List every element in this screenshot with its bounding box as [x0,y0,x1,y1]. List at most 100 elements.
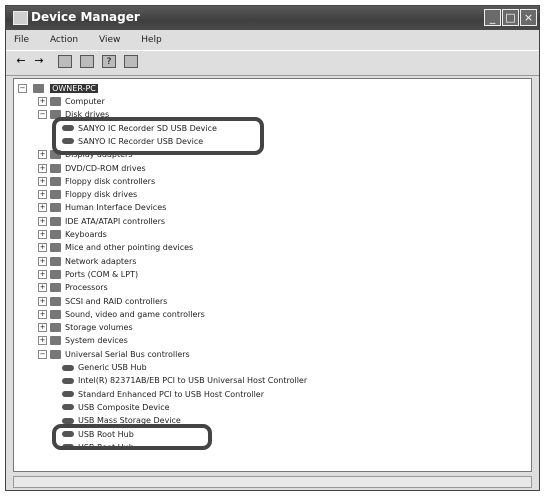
item-label: Generic USB Hub [78,363,147,372]
category-icon [50,283,61,293]
collapse-icon[interactable]: − [38,110,47,120]
maximize-button[interactable]: □ [502,9,519,26]
expand-icon[interactable]: + [38,283,47,293]
category-item[interactable]: + Floppy disk drives [38,188,137,201]
expand-icon[interactable]: + [38,150,47,160]
device-item[interactable]: USB Composite Device [62,401,170,414]
computer-icon [32,84,44,93]
back-button[interactable]: ← [14,55,28,68]
category-item[interactable]: + Keyboards [38,228,107,241]
print-icon[interactable] [80,55,94,68]
help-icon[interactable]: ? [102,55,116,68]
category-icon [50,163,61,173]
expand-icon[interactable]: + [38,296,47,306]
item-label: Floppy disk controllers [65,176,156,186]
category-item[interactable]: + Computer [38,95,105,108]
device-tree: − OWNER-PC + Computer − Disk drives SANYO IC… [13,78,532,472]
collapse-icon[interactable]: − [18,84,27,93]
expand-icon[interactable]: + [38,256,47,266]
item-label: Sound, video and game controllers [65,309,205,319]
category-icon [50,256,61,266]
category-item[interactable]: + Processors [38,281,108,294]
item-label: Computer [65,97,105,106]
menu-bar: File Action View Help [6,31,539,49]
collapse-icon[interactable]: − [38,349,47,359]
category-item[interactable]: + System devices [38,334,128,347]
item-label: Intel(R) 82371AB/EB PCI to USB Universal… [78,376,308,386]
device-item[interactable]: Intel(R) 82371AB/EB PCI to USB Universal… [62,374,307,387]
item-label: Standard Enhanced PCI to USB Host Contro… [78,389,265,399]
menu-help[interactable]: Help [141,31,162,49]
category-item[interactable]: + Storage volumes [38,321,133,334]
category-item[interactable]: + Human Interface Devices [38,201,166,214]
expand-icon[interactable]: + [38,269,47,279]
item-label: Mice and other pointing devices [65,243,194,253]
expand-icon[interactable]: + [38,176,47,186]
expand-icon[interactable]: + [38,163,47,173]
device-icon [62,377,74,384]
category-icon [50,190,61,200]
item-label: SCSI and RAID controllers [65,296,168,306]
device-manager-icon [13,11,28,25]
item-label: Storage volumes [65,323,133,333]
item-label: Processors [65,283,108,293]
expand-icon[interactable]: + [38,336,47,346]
properties-icon[interactable] [58,55,72,68]
category-item[interactable]: + Network adapters [38,255,136,268]
device-icon [62,364,74,371]
expand-icon[interactable]: + [38,323,47,333]
category-icon [50,230,61,239]
sanyo-devices-highlight [52,117,264,155]
device-icon [62,391,74,398]
category-icon [50,323,61,333]
category-item[interactable]: − Universal Serial Bus controllers [38,348,190,361]
item-label: Keyboards [65,230,107,239]
expand-icon[interactable]: + [38,243,47,253]
category-item[interactable]: + IDE ATA/ATAPI controllers [38,215,165,228]
expand-icon[interactable]: + [38,216,47,226]
category-icon [50,296,61,306]
device-item[interactable]: Standard Enhanced PCI to USB Host Contro… [62,388,264,401]
menu-file[interactable]: File [14,31,29,49]
category-icon [50,336,61,346]
category-icon [50,349,61,359]
category-icon [50,176,61,186]
device-item[interactable]: Generic USB Hub [62,361,147,374]
title-bar[interactable]: Device Manager _ □ × [6,6,539,30]
expand-icon[interactable]: + [38,230,47,239]
category-item[interactable]: + Ports (COM & LPT) [38,268,138,281]
window-title: Device Manager [31,10,140,24]
item-label: Floppy disk drives [65,190,138,200]
item-label: USB Composite Device [78,402,170,412]
category-icon [50,243,61,253]
item-label: IDE ATA/ATAPI controllers [65,216,166,226]
tree-root[interactable]: − OWNER-PC [18,82,98,95]
item-label: Universal Serial Bus controllers [65,349,190,359]
category-icon [50,203,61,213]
item-label: Ports (COM & LPT) [65,269,139,279]
forward-button[interactable]: → [32,55,46,68]
status-bar [13,476,532,488]
category-item[interactable]: + DVD/CD-ROM drives [38,162,146,175]
expand-icon[interactable]: + [38,190,47,200]
expand-icon[interactable]: + [38,309,47,319]
expand-icon[interactable]: + [38,97,47,106]
menu-view[interactable]: View [99,31,120,49]
minimize-button[interactable]: _ [484,9,501,26]
category-item[interactable]: + SCSI and RAID controllers [38,295,167,308]
category-item[interactable]: + Sound, video and game controllers [38,308,205,321]
category-icon [50,97,61,106]
category-item[interactable]: + Mice and other pointing devices [38,241,193,254]
item-label: Network adapters [65,256,137,266]
item-label: System devices [65,336,128,346]
device-icon [62,404,74,411]
item-label: DVD/CD-ROM drives [65,163,146,173]
grid-icon[interactable] [124,55,138,68]
menu-action[interactable]: Action [50,31,78,49]
expand-icon[interactable]: + [38,203,47,213]
device-icon [62,417,74,424]
category-item[interactable]: + Floppy disk controllers [38,175,155,188]
close-button[interactable]: × [520,9,537,26]
category-icon [50,216,61,226]
toolbar: ← → ? [6,50,539,76]
